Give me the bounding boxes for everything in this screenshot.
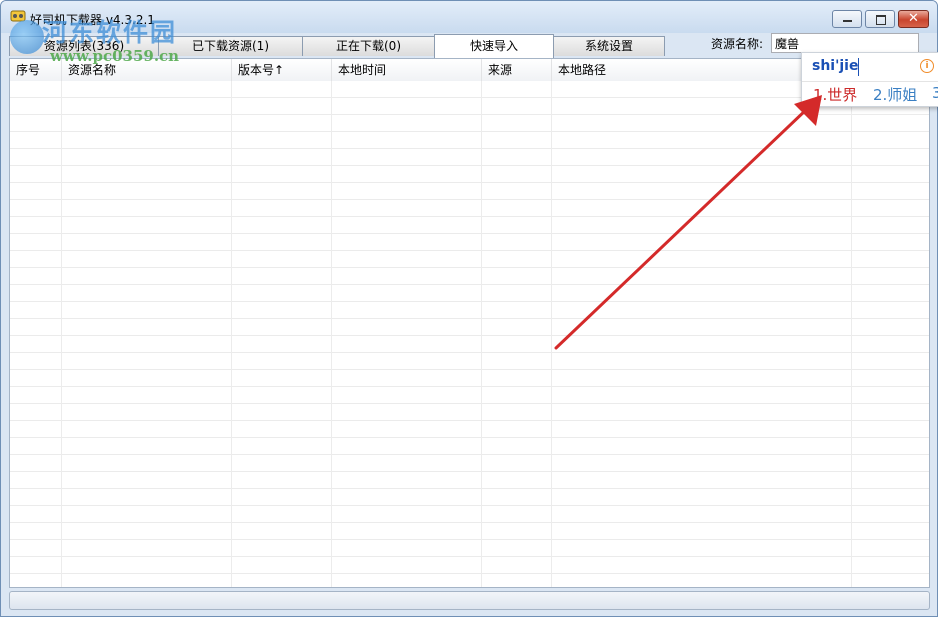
column-header-local-time[interactable]: 本地时间 — [332, 59, 482, 81]
watermark-title: 河东软件园 — [42, 18, 178, 47]
tab-settings[interactable]: 系统设置 — [553, 36, 665, 56]
minimize-icon — [843, 20, 852, 22]
search-label: 资源名称: — [711, 37, 764, 51]
ime-candidate[interactable]: 1.世界 — [813, 84, 857, 105]
ime-divider — [802, 81, 938, 82]
status-bar — [9, 591, 930, 610]
column-divider — [481, 81, 482, 587]
minimize-button[interactable] — [832, 10, 862, 28]
column-divider — [61, 81, 62, 587]
column-divider — [551, 81, 552, 587]
info-icon[interactable]: i — [920, 59, 934, 73]
column-divider — [851, 81, 852, 587]
search-input[interactable] — [771, 33, 919, 53]
watermark-logo-icon — [10, 20, 44, 54]
maximize-icon — [876, 15, 886, 25]
maximize-button[interactable] — [865, 10, 895, 28]
column-header-version[interactable]: 版本号↑ — [232, 59, 332, 81]
close-icon: ✕ — [908, 11, 919, 26]
column-divider — [331, 81, 332, 587]
watermark-url: www.pc0359.cn — [50, 47, 180, 65]
resource-table[interactable]: 序号 资源名称 版本号↑ 本地时间 来源 本地路径 — [9, 58, 930, 588]
ime-candidate[interactable]: 3 — [932, 84, 938, 102]
ime-candidate[interactable]: 2.师姐 — [873, 84, 917, 105]
ime-composition: shi'jie — [812, 58, 859, 74]
tab-label: 正在下载(0) — [336, 39, 401, 53]
tab-quick-import[interactable]: 快速导入 — [434, 34, 554, 58]
ime-candidate-window: shi'jie i 1.世界 2.师姐 3 — [801, 52, 938, 107]
watermark: 河东软件园 www.pc0359.cn — [10, 12, 224, 72]
column-divider — [231, 81, 232, 587]
table-body — [10, 81, 929, 587]
app-window: 好司机下载器 v4.3.2.1 ✕ 资源列表(336) 已下载资源(1) 正在下… — [0, 0, 938, 617]
tab-downloading[interactable]: 正在下载(0) — [302, 36, 435, 56]
column-header-source[interactable]: 来源 — [482, 59, 552, 81]
tab-label: 系统设置 — [584, 39, 633, 53]
close-button[interactable]: ✕ — [898, 10, 929, 28]
tab-label: 快速导入 — [469, 39, 518, 53]
text-caret — [858, 58, 859, 76]
